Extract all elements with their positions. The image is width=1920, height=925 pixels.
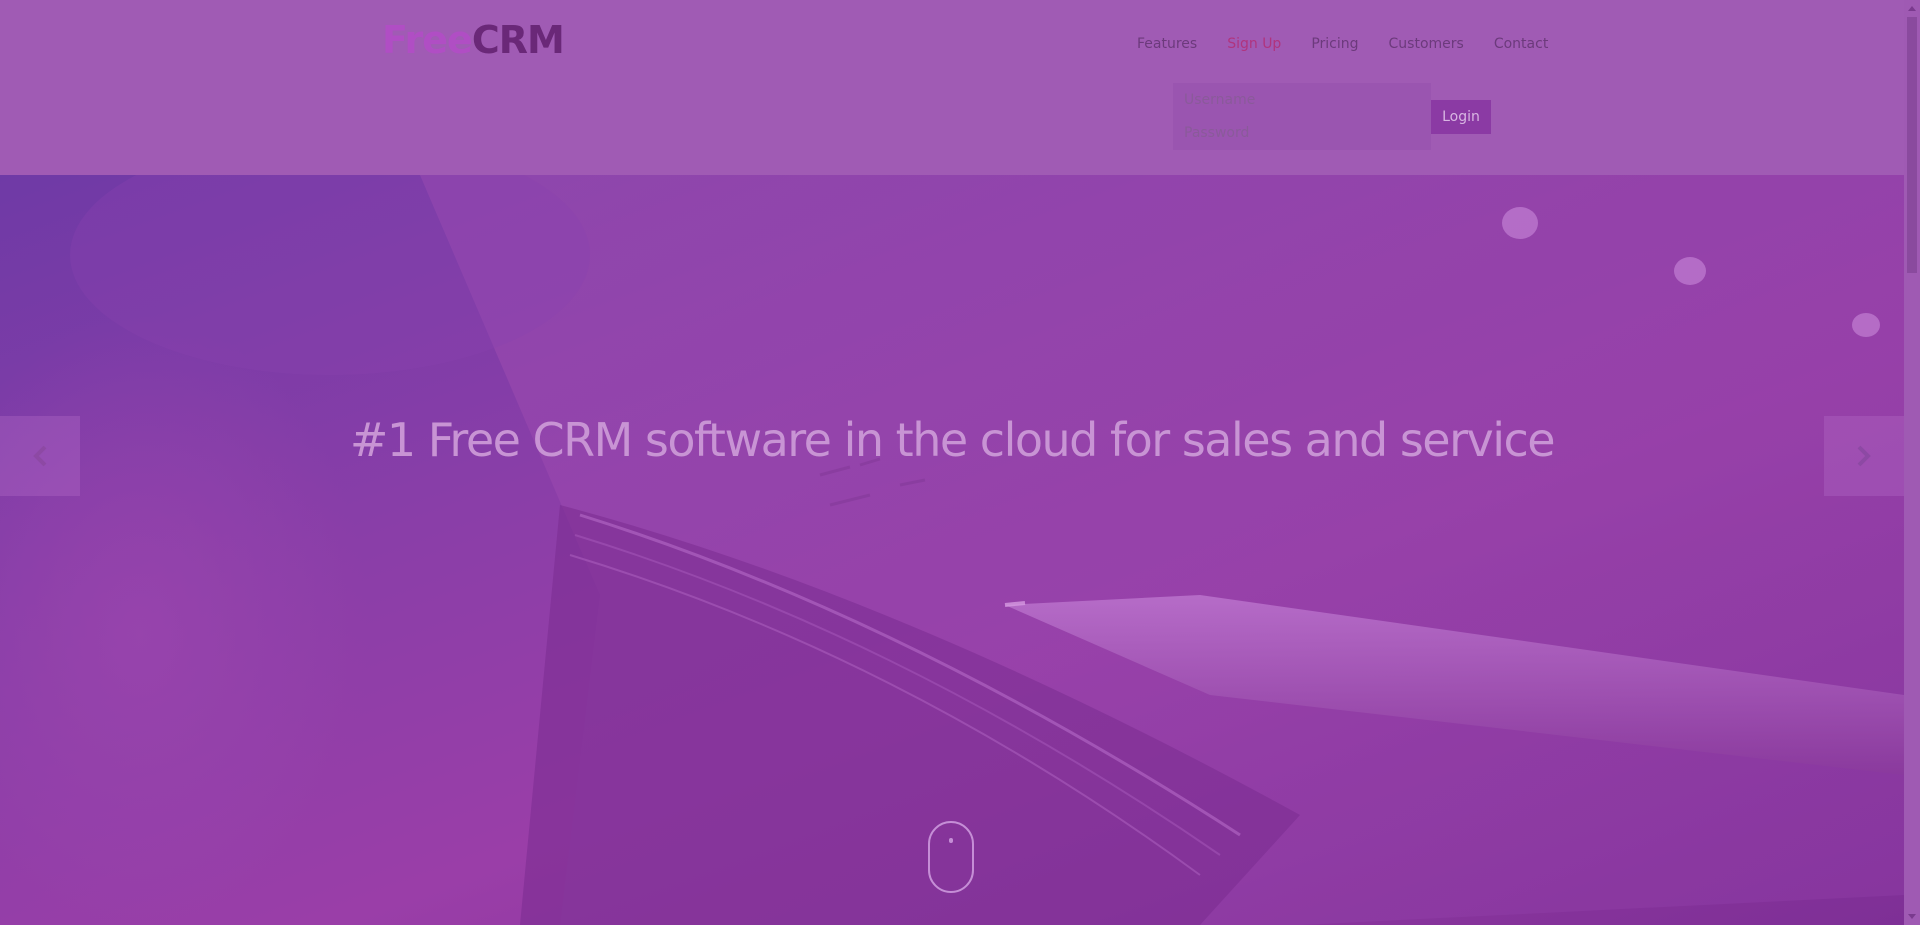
page-scrollbar[interactable] — [1904, 0, 1920, 925]
hero-headline: #1 Free CRM software in the cloud for sa… — [349, 413, 1556, 467]
logo-crm-text: CRM — [471, 18, 565, 62]
login-form — [1173, 83, 1431, 150]
hero-background-image — [0, 175, 1904, 925]
carousel-prev-button[interactable] — [0, 416, 80, 496]
nav-customers-link[interactable]: Customers — [1389, 36, 1464, 52]
login-button[interactable]: Login — [1431, 100, 1491, 134]
carousel-next-button[interactable] — [1824, 416, 1904, 496]
mouse-wheel — [949, 838, 953, 843]
nav-signup-link[interactable]: Sign Up — [1227, 36, 1281, 52]
logo[interactable]: FreeCRM — [382, 16, 565, 64]
site-header: FreeCRM Features Sign Up Pricing Custome… — [0, 0, 1904, 175]
page: FreeCRM Features Sign Up Pricing Custome… — [0, 0, 1920, 925]
nav-features-link[interactable]: Features — [1137, 36, 1197, 52]
scroll-down-arrow-icon[interactable] — [1904, 909, 1920, 925]
chevron-right-icon — [1857, 445, 1871, 467]
nav-contact-link[interactable]: Contact — [1494, 36, 1548, 52]
mouse-icon[interactable] — [928, 821, 974, 893]
logo-free-text: Free — [382, 18, 473, 62]
nav-pricing-link[interactable]: Pricing — [1311, 36, 1358, 52]
scrollbar-thumb[interactable] — [1907, 17, 1917, 273]
username-input[interactable] — [1173, 83, 1431, 116]
password-input[interactable] — [1173, 116, 1431, 149]
hero-carousel: #1 Free CRM software in the cloud for sa… — [0, 175, 1904, 925]
main-nav: Features Sign Up Pricing Customers Conta… — [1137, 36, 1548, 52]
scroll-up-arrow-icon[interactable] — [1904, 0, 1920, 16]
chevron-left-icon — [33, 445, 47, 467]
